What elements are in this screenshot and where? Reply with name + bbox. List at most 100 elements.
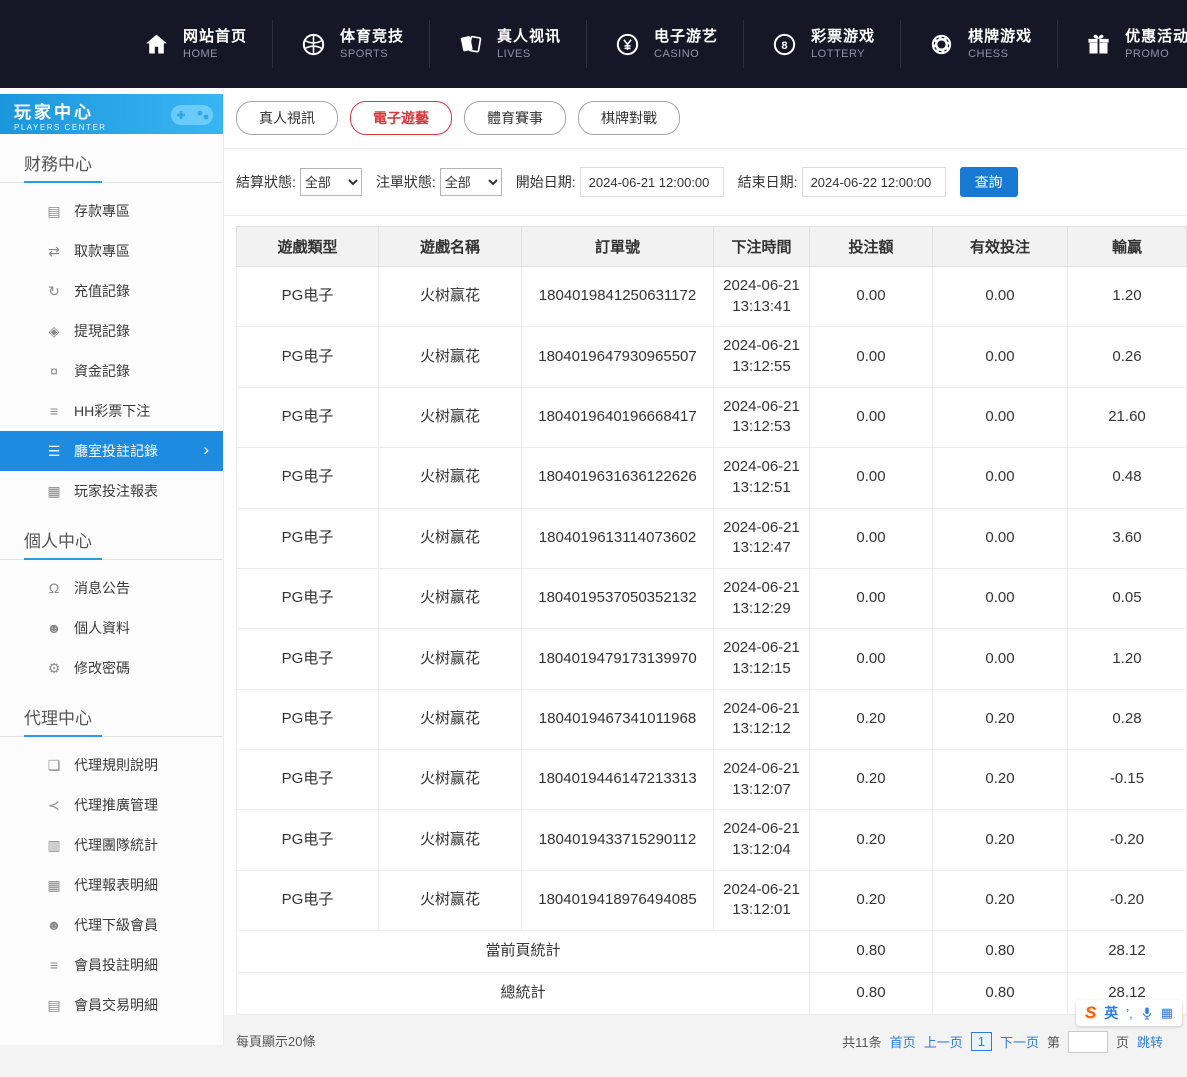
nav-item-home[interactable]: 网站首页HOME xyxy=(116,20,272,68)
nav-item-title: 彩票游戏 xyxy=(811,27,875,47)
cell-game-name: 火树赢花 xyxy=(379,870,522,930)
cell-game-type: PG电子 xyxy=(237,327,379,387)
bell-icon: Ω xyxy=(44,580,64,596)
cell-game-name: 火树赢花 xyxy=(379,327,522,387)
doc-icon: ❏ xyxy=(44,757,64,774)
cell-bet-time: 2024-06-21 13:12:04 xyxy=(714,810,810,870)
first-page-link[interactable]: 首页 xyxy=(890,1032,916,1051)
cell-order-no: 1804019613114073602 xyxy=(522,508,714,568)
end-date-input[interactable] xyxy=(802,167,946,197)
cell-game-name: 火树赢花 xyxy=(379,750,522,810)
table-row: PG电子火树赢花18040196401966684172024-06-21 13… xyxy=(237,387,1187,447)
coin-icon xyxy=(612,29,642,59)
sidebar-item-agent-report-details[interactable]: ▦代理報表明細 xyxy=(0,865,223,905)
sidebar-item-agent-team-stats[interactable]: ▥代理團隊統計 xyxy=(0,825,223,865)
tab-chess-battle[interactable]: 棋牌對戰 xyxy=(578,101,680,135)
nav-item-chess[interactable]: 棋牌游戏CHESS xyxy=(900,20,1057,68)
sidebar-item-room-bet-records[interactable]: ☰廳室投註記錄 xyxy=(0,431,223,471)
sidebar-item-hh-lottery-bet[interactable]: ≡HH彩票下注 xyxy=(0,391,223,431)
sidebar-item-recharge-records[interactable]: ↻充值記錄 xyxy=(0,271,223,311)
sidebar-item-profile[interactable]: ☻個人資料 xyxy=(0,608,223,648)
chip-icon xyxy=(926,29,956,59)
summary-label: 總統計 xyxy=(237,972,810,1014)
sidebar-item-agent-rules[interactable]: ❏代理規則說明 xyxy=(0,745,223,785)
sidebar-item-withdraw-records[interactable]: ◈提現記錄 xyxy=(0,311,223,351)
table-row: PG电子火树赢花18040196131140736022024-06-21 13… xyxy=(237,508,1187,568)
sidebar-item-member-transactions[interactable]: ▤會員交易明細 xyxy=(0,985,223,1025)
sogou-logo-icon[interactable]: S xyxy=(1085,1003,1096,1023)
cell-bet-amount: 0.00 xyxy=(810,508,933,568)
gamepad-icon xyxy=(169,99,215,134)
wallet-icon: ▤ xyxy=(44,997,64,1014)
sidebar-item-player-bet-report[interactable]: ▦玩家投注報表 xyxy=(0,471,223,511)
cell-order-no: 1804019446147213313 xyxy=(522,750,714,810)
cell-valid-bet: 0.00 xyxy=(933,327,1068,387)
search-button[interactable]: 查詢 xyxy=(960,167,1018,197)
current-page[interactable]: 1 xyxy=(971,1032,992,1051)
lottery-ball-icon: 8 xyxy=(769,29,799,59)
sidebar-item-label: 會員投註明細 xyxy=(74,955,158,975)
nav-item-promo[interactable]: 优惠活动PROMO xyxy=(1057,20,1187,68)
summary-value: 0.80 xyxy=(933,972,1068,1014)
summary-row: 總統計0.800.8028.12 xyxy=(237,972,1187,1014)
prev-page-link[interactable]: 上一页 xyxy=(924,1032,963,1051)
nav-item-sports[interactable]: 体育竞技SPORTS xyxy=(272,20,429,68)
sidebar-item-announcements[interactable]: Ω消息公告 xyxy=(0,568,223,608)
page-jump-input[interactable] xyxy=(1068,1031,1108,1053)
next-page-link[interactable]: 下一页 xyxy=(1000,1032,1039,1051)
cell-bet-time: 2024-06-21 13:12:12 xyxy=(714,689,810,749)
sidebar-item-member-bet-details[interactable]: ≡會員投註明細 xyxy=(0,945,223,985)
tab-electronic-games[interactable]: 電子遊藝 xyxy=(350,101,452,135)
nav-item-subtitle: HOME xyxy=(183,47,247,61)
sidebar-item-agent-sub-members[interactable]: ☻代理下級會員 xyxy=(0,905,223,945)
cell-valid-bet: 0.20 xyxy=(933,810,1068,870)
order-status-label: 注單狀態: xyxy=(376,172,436,192)
cell-valid-bet: 0.00 xyxy=(933,629,1068,689)
settle-status-label: 結算狀態: xyxy=(236,172,296,192)
table-row: PG电子火树赢花18040194337152901122024-06-21 13… xyxy=(237,810,1187,870)
sidebar-item-withdraw-area[interactable]: ⇄取款專區 xyxy=(0,231,223,271)
ball-icon xyxy=(298,29,328,59)
wallet-icon: ▤ xyxy=(44,203,64,220)
microphone-icon[interactable] xyxy=(1141,1006,1153,1021)
sidebar-item-label: 玩家投注報表 xyxy=(74,481,158,501)
nav-item-title: 网站首页 xyxy=(183,27,247,47)
sidebar-item-agent-promotion[interactable]: ≺代理推廣管理 xyxy=(0,785,223,825)
column-header: 下注時間 xyxy=(714,227,810,267)
nav-item-subtitle: CASINO xyxy=(654,47,718,61)
cell-order-no: 1804019467341011968 xyxy=(522,689,714,749)
settle-status-select[interactable]: 全部 xyxy=(300,168,362,196)
cell-win-loss: 21.60 xyxy=(1068,387,1187,447)
nav-item-lottery[interactable]: 8彩票游戏LOTTERY xyxy=(743,20,900,68)
cell-win-loss: -0.15 xyxy=(1068,750,1187,810)
table-header-row: 遊戲類型遊戲名稱訂單號下注時間投注額有效投注輸贏 xyxy=(237,227,1187,267)
cell-bet-time: 2024-06-21 13:12:15 xyxy=(714,629,810,689)
summary-label: 當前頁統計 xyxy=(237,931,810,973)
cell-game-type: PG电子 xyxy=(237,568,379,628)
cell-order-no: 1804019479173139970 xyxy=(522,629,714,689)
tab-live-video[interactable]: 真人視訊 xyxy=(236,101,338,135)
nav-item-lives[interactable]: 真人视讯LIVES xyxy=(429,20,586,68)
column-header: 輸贏 xyxy=(1068,227,1187,267)
ime-punctuation-icon[interactable]: ’, xyxy=(1126,1006,1133,1021)
keyboard-icon[interactable]: ▦ xyxy=(1161,1005,1173,1021)
sidebar-section-title: 代理中心 xyxy=(0,688,223,737)
nav-item-casino[interactable]: 电子游艺CASINO xyxy=(586,20,743,68)
sidebar-item-funds-records[interactable]: ¤資金記錄 xyxy=(0,351,223,391)
cell-valid-bet: 0.00 xyxy=(933,568,1068,628)
cell-game-type: PG电子 xyxy=(237,629,379,689)
start-date-input[interactable] xyxy=(580,167,724,197)
ime-language-toggle[interactable]: 英 xyxy=(1104,1003,1118,1023)
cards-icon xyxy=(455,29,485,59)
nav-item-title: 体育竞技 xyxy=(340,27,404,47)
records-table-wrap: 遊戲類型遊戲名稱訂單號下注時間投注額有效投注輸贏 PG电子火树赢花1804019… xyxy=(224,216,1187,1015)
sidebar-item-label: 代理推廣管理 xyxy=(74,795,158,815)
sidebar-section-title: 财務中心 xyxy=(0,134,223,183)
jump-button[interactable]: 跳转 xyxy=(1137,1032,1163,1051)
sidebar-item-deposit-area[interactable]: ▤存款專區 xyxy=(0,191,223,231)
tab-sports-events[interactable]: 體育賽事 xyxy=(464,101,566,135)
exchange-icon: ⇄ xyxy=(44,243,64,260)
order-status-select[interactable]: 全部 xyxy=(440,168,502,196)
sidebar-item-change-password[interactable]: ⚙修改密碼 xyxy=(0,648,223,688)
summary-value: 0.80 xyxy=(933,931,1068,973)
